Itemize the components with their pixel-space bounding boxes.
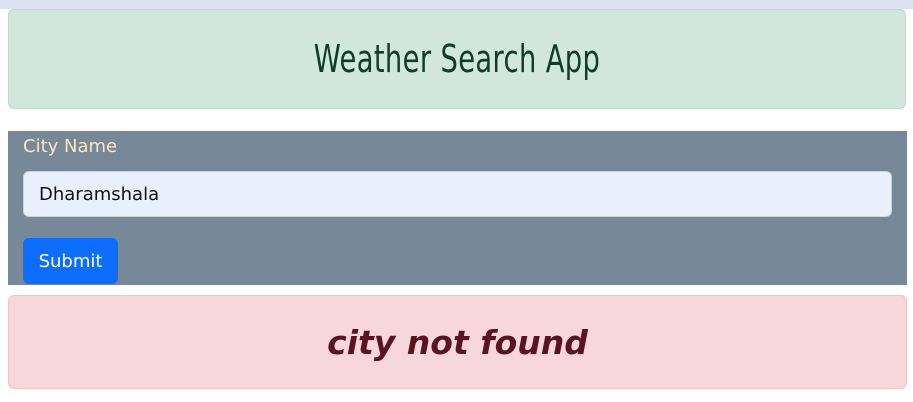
city-name-label: City Name — [23, 136, 118, 157]
error-message: city not found — [327, 322, 588, 362]
city-name-input[interactable] — [23, 171, 892, 217]
app-header: Weather Search App — [8, 9, 906, 109]
page-title: Weather Search App — [313, 37, 601, 81]
error-alert: city not found — [8, 295, 907, 389]
search-form: City Name Submit — [8, 131, 907, 285]
submit-button[interactable]: Submit — [23, 238, 118, 284]
top-strip — [0, 0, 913, 9]
